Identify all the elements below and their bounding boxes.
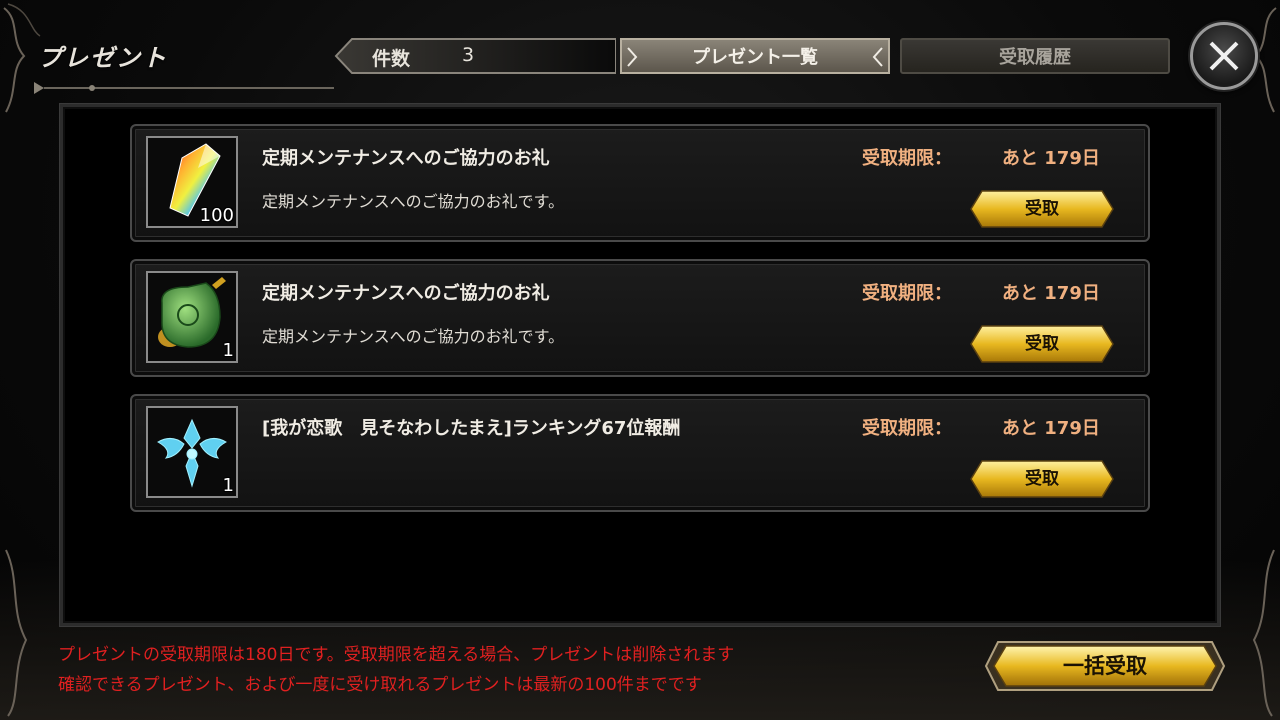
item-frame[interactable]: 100 — [146, 136, 238, 228]
present-title: 定期メンテナンスへのご協力のお礼 — [262, 283, 550, 304]
deadline-value: あと 179日 — [1002, 148, 1100, 169]
present-title: 定期メンテナンスへのご協力のお礼 — [262, 148, 550, 169]
deadline-value: あと 179日 — [1002, 418, 1100, 439]
receive-button[interactable]: 受取 — [970, 325, 1114, 363]
ornament-bottom-left — [5, 549, 28, 717]
present-title: [我が恋歌 見そなわしたまえ]ランキング67位報酬 — [262, 418, 681, 439]
deadline-label: 受取期限： — [862, 418, 952, 439]
receive-button[interactable]: 受取 — [970, 190, 1114, 228]
tab-arrow-left-icon — [627, 47, 638, 67]
tab-arrow-right-icon — [872, 47, 883, 67]
page-title: プレゼント — [38, 44, 168, 72]
receive-button-label: 受取 — [1025, 199, 1059, 219]
tab-present-list[interactable]: プレゼント一覧 — [620, 38, 890, 74]
count-label: 件数 — [372, 48, 411, 70]
note-limit: 確認できるプレゼント、および一度に受け取れるプレゼントは最新の100件までです — [58, 675, 702, 695]
item-frame[interactable]: 1 — [146, 406, 238, 498]
title-underline — [34, 82, 334, 94]
close-x-icon — [1209, 41, 1239, 71]
item-quantity: 100 — [199, 205, 234, 226]
count-value: 3 — [462, 44, 475, 66]
deadline-label: 受取期限： — [862, 283, 952, 304]
item-frame[interactable]: 1 — [146, 271, 238, 363]
item-quantity: 1 — [222, 475, 234, 496]
receive-button[interactable]: 受取 — [970, 460, 1114, 498]
present-card: 1 定期メンテナンスへのご協力のお礼 定期メンテナンスへのご協力のお礼です。 受… — [130, 259, 1150, 377]
receive-button-label: 受取 — [1025, 469, 1059, 489]
item-quantity: 1 — [222, 340, 234, 361]
bulk-receive-label: 一括受取 — [1063, 654, 1147, 678]
ornament-bottom-right — [1252, 549, 1275, 717]
bulk-receive-button[interactable]: 一括受取 — [984, 640, 1226, 692]
present-description: 定期メンテナンスへのご協力のお礼です。 — [262, 192, 565, 211]
tab-receive-history-label: 受取履歴 — [999, 47, 1071, 68]
deadline-value: あと 179日 — [1002, 283, 1100, 304]
note-deadline: プレゼントの受取期限は180日です。受取期限を超える場合、プレゼントは削除されま… — [58, 645, 735, 665]
tab-receive-history[interactable]: 受取履歴 — [900, 38, 1170, 74]
receive-button-label: 受取 — [1025, 334, 1059, 354]
present-description: 定期メンテナンスへのご協力のお礼です。 — [262, 327, 565, 346]
deadline-label: 受取期限： — [862, 148, 952, 169]
close-button[interactable] — [1190, 22, 1258, 90]
tab-present-list-label: プレゼント一覧 — [692, 47, 818, 68]
present-card: 100 定期メンテナンスへのご協力のお礼 定期メンテナンスへのご協力のお礼です。… — [130, 124, 1150, 242]
present-card: 1 [我が恋歌 見そなわしたまえ]ランキング67位報酬 受取期限： あと 179… — [130, 394, 1150, 512]
